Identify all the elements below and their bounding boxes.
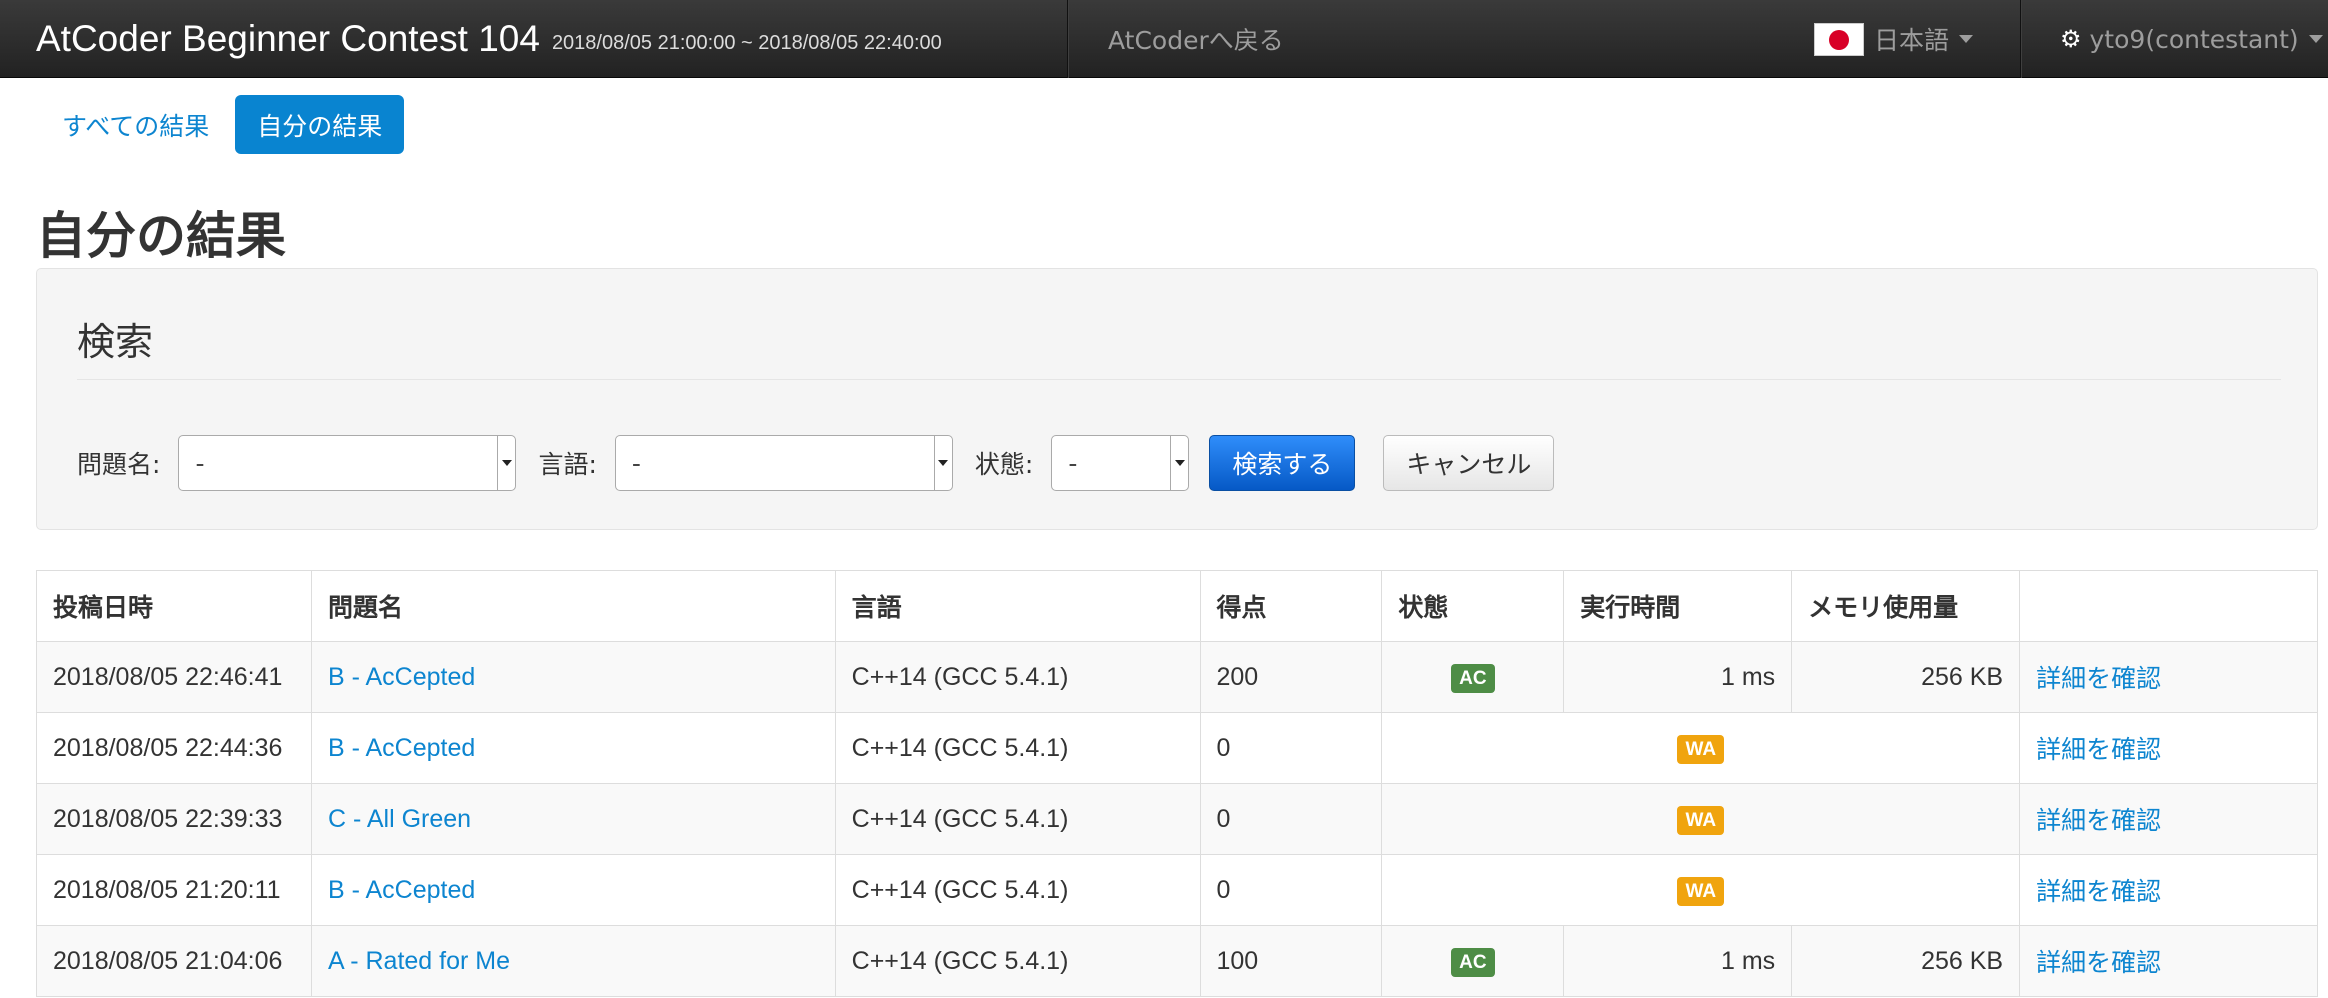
tab-my-results[interactable]: 自分の結果 (235, 95, 405, 154)
status-badge: AC (1451, 663, 1495, 693)
column-header-score[interactable]: 得点 (1199, 570, 1383, 642)
cancel-button[interactable]: キャンセル (1383, 435, 1555, 491)
status-badge: WA (1677, 876, 1725, 906)
status-badge: AC (1451, 947, 1495, 977)
select-arrow-icon (1170, 436, 1189, 490)
problem-link[interactable]: B - AcCepted (328, 734, 475, 762)
memory-usage: 256 KB (1791, 925, 2021, 997)
table-row: 2018/08/05 22:44:36 B - AcCepted C++14 (… (36, 712, 2318, 784)
detail-link[interactable]: 詳細を確認 (2036, 807, 2161, 835)
language-filter-label: 言語: (538, 450, 597, 479)
navbar-divider (1067, 0, 1068, 78)
detail-link[interactable]: 詳細を確認 (2036, 665, 2161, 693)
problem-link[interactable]: B - AcCepted (328, 876, 475, 904)
contest-brand[interactable]: AtCoder Beginner Contest 104 2018/08/05 … (36, 0, 942, 78)
back-to-atcoder-link[interactable]: AtCoderへ戻る (1108, 0, 1284, 78)
submission-language: C++14 (GCC 5.4.1) (834, 712, 1201, 784)
select-arrow-icon (933, 436, 952, 490)
select-arrow-icon (497, 436, 516, 490)
column-header-status[interactable]: 状態 (1381, 570, 1565, 642)
language-select-value: - (631, 448, 641, 478)
search-button[interactable]: 検索する (1209, 435, 1356, 491)
submissions-table: 投稿日時 問題名 言語 得点 状態 実行時間 メモリ使用量 2018/08/05… (36, 570, 2318, 997)
problem-link[interactable]: C - All Green (328, 805, 471, 833)
contest-title[interactable]: AtCoder Beginner Contest 104 (36, 18, 540, 60)
divider (77, 379, 2281, 380)
submission-score: 100 (1199, 925, 1383, 997)
submission-score: 200 (1199, 641, 1383, 713)
submission-time: 2018/08/05 21:20:11 (36, 854, 312, 926)
submission-time: 2018/08/05 22:46:41 (36, 641, 312, 713)
detail-link[interactable]: 詳細を確認 (2036, 878, 2161, 906)
submission-time: 2018/08/05 21:04:06 (36, 925, 312, 997)
table-row: 2018/08/05 22:46:41 B - AcCepted C++14 (… (36, 641, 2318, 713)
submission-score: 0 (1199, 712, 1383, 784)
search-panel: 検索 問題名: - 言語: - 状態: - 検索する キャンセル (36, 268, 2318, 530)
submission-language: C++14 (GCC 5.4.1) (834, 854, 1201, 926)
language-label: 日本語 (1874, 26, 1950, 55)
column-header-submission-time[interactable]: 投稿日時 (36, 570, 312, 642)
page-title: 自分の結果 (36, 207, 286, 265)
status-badge: WA (1677, 805, 1725, 835)
caret-down-icon (2308, 35, 2323, 43)
filter-row: 問題名: - 言語: - 状態: - 検索する キャンセル (77, 435, 1555, 491)
detail-link[interactable]: 詳細を確認 (2036, 949, 2161, 977)
language-dropdown[interactable]: 日本語 (1814, 0, 1974, 78)
status-badge: WA (1677, 734, 1725, 764)
column-header-detail (2019, 570, 2318, 642)
navbar-divider (2020, 0, 2021, 78)
exec-time: 1 ms (1563, 641, 1793, 713)
problem-filter-label: 問題名: (77, 450, 161, 479)
gear-icon: ⚙ (2060, 25, 2082, 53)
user-name: yto9(contestant) (2089, 24, 2299, 54)
column-header-exec-time[interactable]: 実行時間 (1563, 570, 1793, 642)
submission-language: C++14 (GCC 5.4.1) (834, 925, 1201, 997)
table-row: 2018/08/05 22:39:33 C - All Green C++14 … (36, 783, 2318, 855)
status-select-value: - (1068, 448, 1078, 478)
problem-select-value: - (195, 448, 205, 478)
detail-link[interactable]: 詳細を確認 (2036, 736, 2161, 764)
caret-down-icon (1959, 35, 1974, 43)
submission-language: C++14 (GCC 5.4.1) (834, 783, 1201, 855)
table-row: 2018/08/05 21:20:11 B - AcCepted C++14 (… (36, 854, 2318, 926)
table-header-row: 投稿日時 問題名 言語 得点 状態 実行時間 メモリ使用量 (36, 570, 2318, 642)
language-select[interactable]: - (614, 435, 953, 491)
submission-score: 0 (1199, 783, 1383, 855)
column-header-problem[interactable]: 問題名 (310, 570, 836, 642)
problem-link[interactable]: B - AcCepted (328, 663, 475, 691)
japan-flag-icon (1814, 22, 1864, 56)
exec-time: 1 ms (1563, 925, 1793, 997)
memory-usage: 256 KB (1791, 641, 2021, 713)
submission-time: 2018/08/05 22:39:33 (36, 783, 312, 855)
search-panel-title: 検索 (77, 320, 154, 364)
submission-score: 0 (1199, 854, 1383, 926)
submission-time: 2018/08/05 22:44:36 (36, 712, 312, 784)
top-navbar: AtCoder Beginner Contest 104 2018/08/05 … (0, 0, 2328, 78)
submission-language: C++14 (GCC 5.4.1) (834, 641, 1201, 713)
contest-period: 2018/08/05 21:00:00 ~ 2018/08/05 22:40:0… (551, 31, 942, 54)
column-header-language[interactable]: 言語 (834, 570, 1201, 642)
status-select[interactable]: - (1051, 435, 1190, 491)
problem-link[interactable]: A - Rated for Me (328, 947, 510, 975)
tab-all-results[interactable]: すべての結果 (40, 95, 231, 154)
table-row: 2018/08/05 21:04:06 A - Rated for Me C++… (36, 925, 2318, 997)
problem-select[interactable]: - (178, 435, 517, 491)
status-filter-label: 状態: (974, 450, 1034, 479)
column-header-memory[interactable]: メモリ使用量 (1791, 570, 2021, 642)
submission-tabs: すべての結果 自分の結果 (40, 95, 408, 154)
user-menu-dropdown[interactable]: ⚙ yto9(contestant) (2060, 0, 2323, 78)
